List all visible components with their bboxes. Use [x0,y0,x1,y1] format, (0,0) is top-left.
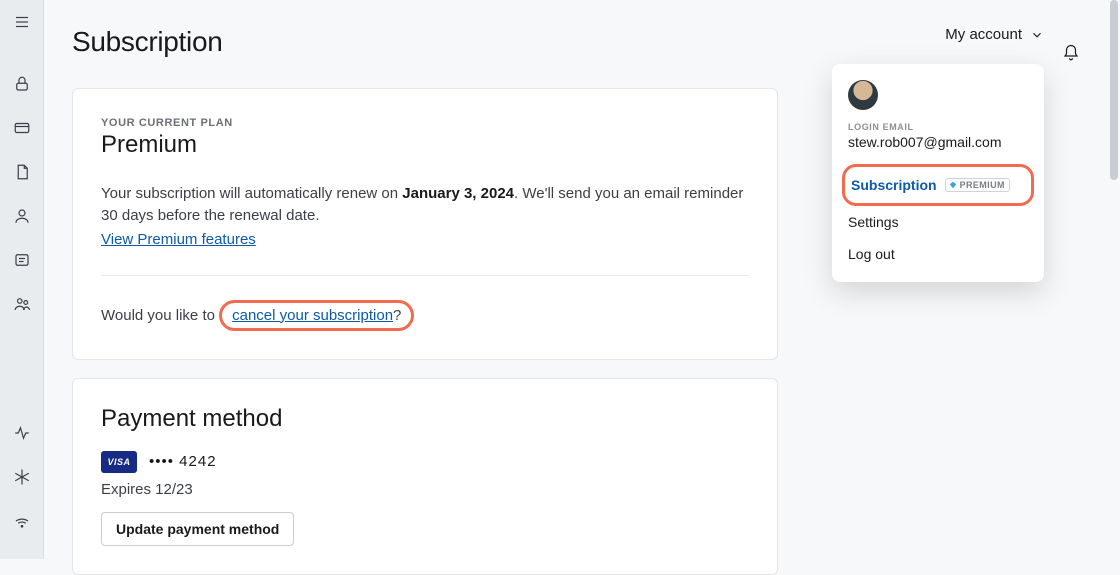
sidebar-item-settings[interactable] [0,455,44,499]
account-dropdown: LOGIN EMAIL stew.rob007@gmail.com Subscr… [832,64,1044,282]
scrollbar-thumb[interactable] [1110,0,1118,180]
sidebar-item-security[interactable] [0,62,44,106]
payment-method-card: Payment method VISA •••• 4242 Expires 12… [72,378,778,575]
diamond-icon [949,181,957,189]
user-icon [13,207,31,225]
my-account-label: My account [945,26,1022,43]
dropdown-item-logout[interactable]: Log out [848,238,1028,270]
card-expiry: Expires 12/23 [101,481,749,498]
sidebar-item-profile[interactable] [0,194,44,238]
team-icon [13,295,31,313]
cancel-subscription-link[interactable]: cancel your subscription [232,307,393,324]
file-icon [13,163,31,181]
activity-icon [13,424,31,442]
dropdown-item-subscription[interactable]: Subscription PREMIUM [851,169,1025,201]
chevron-down-icon [1030,28,1044,42]
sidebar-menu-toggle[interactable] [0,0,44,44]
premium-badge: PREMIUM [945,178,1010,192]
avatar [848,80,878,110]
plan-name: Premium [101,131,749,159]
highlight-subscription-menu: Subscription PREMIUM [842,164,1034,206]
highlight-cancel: cancel your subscription? [219,300,414,331]
current-plan-card: YOUR CURRENT PLAN Premium Your subscript… [72,88,778,360]
vertical-scrollbar[interactable] [1110,0,1118,559]
sidebar-item-billing[interactable] [0,106,44,150]
sidebar-item-notes[interactable] [0,238,44,282]
lock-icon [13,75,31,93]
my-account-trigger[interactable]: My account [945,26,1092,43]
sidebar-item-activity[interactable] [0,411,44,455]
notifications-button[interactable] [1062,44,1080,67]
divider [101,275,749,276]
login-email-label: LOGIN EMAIL [848,122,1028,132]
bell-icon [1062,44,1080,62]
hamburger-icon [13,13,31,31]
plan-eyebrow: YOUR CURRENT PLAN [101,117,749,129]
sidebar-item-documents[interactable] [0,150,44,194]
note-icon [13,251,31,269]
snowflake-icon [13,468,31,486]
payment-method-title: Payment method [101,405,749,433]
renewal-description: Your subscription will automatically ren… [101,183,749,227]
card-last4: •••• 4242 [149,453,217,470]
wifi-icon [13,512,31,530]
login-email-value: stew.rob007@gmail.com [848,134,1028,150]
update-payment-method-button[interactable]: Update payment method [101,512,294,546]
cancel-row: Would you like to cancel your subscripti… [101,300,749,331]
card-brand-badge: VISA [101,451,137,473]
page-title: Subscription [72,26,222,58]
sidebar-item-network[interactable] [0,499,44,543]
sidebar [0,0,44,559]
renewal-date: January 3, 2024 [402,185,514,202]
credit-card-icon [13,119,31,137]
dropdown-item-settings[interactable]: Settings [848,206,1028,238]
sidebar-item-team[interactable] [0,282,44,326]
view-features-link[interactable]: View Premium features [101,231,256,248]
